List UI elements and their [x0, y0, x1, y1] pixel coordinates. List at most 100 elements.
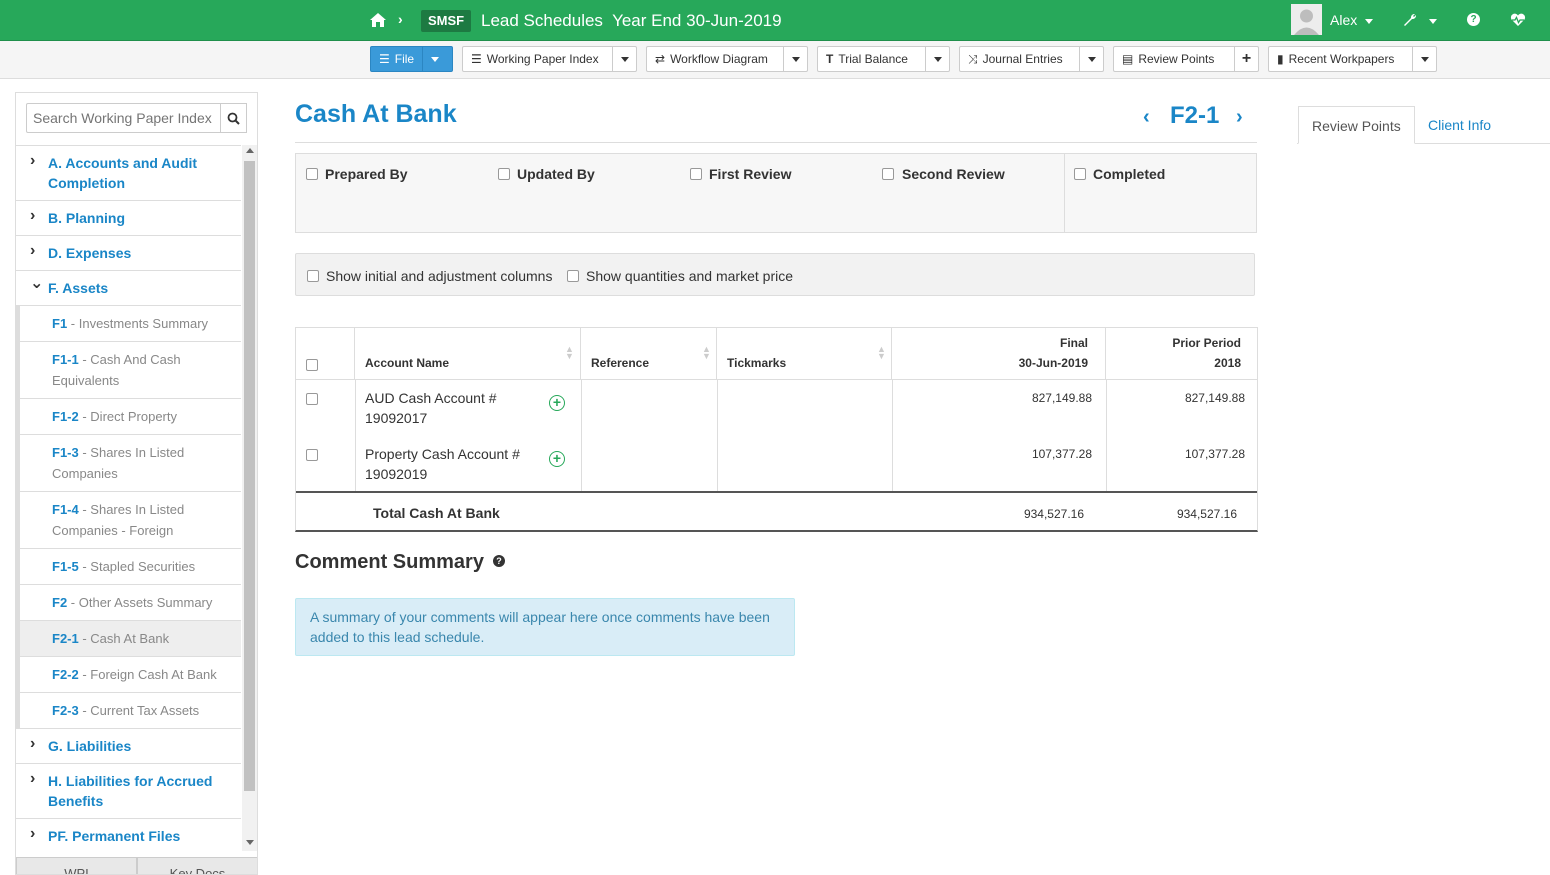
sidebar-item-label: Investments Summary [78, 316, 209, 331]
sort-icon[interactable]: ▲ ▼ [702, 345, 711, 361]
workflow-diagram-button[interactable]: ⇄ Workflow Diagram [646, 46, 808, 72]
completed-checkbox[interactable] [1074, 168, 1086, 180]
show-quantities-label: Show quantities and market price [586, 268, 793, 284]
sidebar-item-f1-1[interactable]: F1-1 - Cash And Cash Equivalents [16, 341, 241, 398]
sidebar-section-15[interactable]: › H. Liabilities for Accrued Benefits [16, 763, 241, 818]
total-prior-cell: 934,527.16 [1176, 507, 1237, 521]
sidebar-item-f2[interactable]: F2 - Other Assets Summary [16, 584, 241, 620]
user-avatar[interactable] [1291, 4, 1322, 35]
sidebar-section-label: H. Liabilities for Accrued Benefits [48, 773, 213, 809]
scroll-down-icon[interactable] [246, 840, 254, 845]
tab-review-points[interactable]: Review Points [1298, 106, 1415, 144]
journal-entries-dropdown[interactable] [1079, 47, 1103, 71]
chevron-down-icon [933, 56, 942, 62]
sidebar-section-label: PF. Permanent Files [48, 828, 181, 844]
row-checkbox[interactable] [306, 449, 318, 461]
tab-key-docs[interactable]: Key Docs [137, 857, 257, 874]
sidebar-item-f1-5[interactable]: F1-5 - Stapled Securities [16, 548, 241, 584]
page-title: Cash At Bank [295, 100, 457, 128]
file-button[interactable]: ☰ File [370, 46, 453, 72]
sidebar-scrollbar[interactable] [242, 145, 257, 851]
trial-balance-button[interactable]: T Trial Balance [817, 46, 950, 72]
chevron-left-icon[interactable]: ‹ [1143, 106, 1150, 129]
sidebar-section-0[interactable]: › A. Accounts and Audit Completion [16, 145, 241, 200]
select-all-checkbox[interactable] [306, 359, 318, 371]
first-review-label: First Review [709, 166, 792, 182]
sidebar-section-label: A. Accounts and Audit Completion [48, 155, 198, 191]
tab-client-info[interactable]: Client Info [1415, 106, 1504, 144]
chevron-down-icon [1087, 56, 1096, 62]
working-paper-index-dropdown[interactable] [612, 47, 636, 71]
tickmarks-header[interactable]: Tickmarks ▲ ▼ [717, 328, 892, 379]
show-quantities-checkbox[interactable] [567, 270, 579, 282]
sidebar-item-f2-2[interactable]: F2-2 - Foreign Cash At Bank [16, 656, 241, 692]
sidebar-section-16[interactable]: › PF. Permanent Files [16, 818, 241, 853]
user-menu-name[interactable]: Alex [1330, 12, 1357, 28]
sidebar-section-14[interactable]: › G. Liabilities [16, 728, 241, 763]
sidebar-section-label: G. Liabilities [48, 738, 132, 754]
trial-balance-dropdown[interactable] [925, 47, 949, 71]
prepared-by-checkbox[interactable] [306, 168, 318, 180]
sidebar-item-f1[interactable]: F1 - Investments Summary [16, 305, 241, 341]
tab-wpi[interactable]: WPI [16, 857, 137, 874]
sidebar-section-3[interactable]: ⌄ F. Assets [16, 270, 241, 305]
column-divider [892, 379, 893, 491]
help-icon[interactable]: ? [493, 555, 505, 567]
list-alt-icon: ▤ [1122, 52, 1134, 66]
sidebar-item-label: Direct Property [90, 409, 177, 424]
row-checkbox[interactable] [306, 393, 318, 405]
working-paper-ref: F2-1 [1170, 102, 1220, 129]
add-circle-icon[interactable]: + [549, 451, 565, 467]
sidebar-item-label: Foreign Cash At Bank [90, 667, 217, 682]
final-value-cell: 107,377.28 [1031, 447, 1092, 461]
add-review-point-button[interactable]: + [1234, 47, 1258, 71]
second-review-checkbox[interactable] [882, 168, 894, 180]
wrench-icon[interactable] [1403, 13, 1417, 27]
journal-entries-button[interactable]: ⤨ Journal Entries [959, 46, 1104, 72]
chevron-down-icon [430, 56, 439, 62]
review-points-button[interactable]: ▤ Review Points + [1113, 46, 1259, 72]
updated-by-label: Updated By [517, 166, 595, 182]
chevron-down-icon[interactable] [1365, 19, 1373, 24]
sidebar-item-code: F2 [52, 595, 68, 610]
sidebar-item-f2-1[interactable]: F2-1 - Cash At Bank [16, 620, 241, 656]
account-name-header[interactable]: Account Name ▲ ▼ [355, 328, 581, 379]
chevron-down-icon [620, 56, 629, 62]
workflow-diagram-dropdown[interactable] [783, 47, 807, 71]
header-divider [296, 379, 1257, 380]
sidebar-section-2[interactable]: › D. Expenses [16, 235, 241, 270]
search-input[interactable] [26, 103, 221, 133]
working-paper-index-button[interactable]: ☰ Working Paper Index [462, 46, 637, 72]
final-value-cell: 827,149.88 [1031, 391, 1092, 405]
add-circle-icon[interactable]: + [549, 395, 565, 411]
sidebar-item-f2-3[interactable]: F2-3 - Current Tax Assets [16, 692, 241, 728]
sidebar-item-code: F1-5 [52, 559, 79, 574]
shuffle-icon: ⤨ [968, 51, 978, 66]
home-icon[interactable] [369, 12, 387, 28]
column-divider [717, 379, 718, 491]
chevron-right-icon: › [30, 242, 36, 259]
recent-workpapers-dropdown[interactable] [1412, 47, 1436, 71]
file-icon: ▮ [1277, 52, 1284, 66]
heart-monitor-icon[interactable] [1510, 13, 1526, 27]
updated-by-checkbox[interactable] [498, 168, 510, 180]
chevron-right-icon[interactable]: › [1236, 106, 1243, 129]
chevron-down-icon[interactable] [1429, 19, 1437, 24]
search-button[interactable] [220, 103, 247, 133]
sidebar-item-f1-4[interactable]: F1-4 - Shares In Listed Companies - Fore… [16, 491, 241, 548]
sidebar-item-f1-3[interactable]: F1-3 - Shares In Listed Companies [16, 434, 241, 491]
sidebar-item-label: Current Tax Assets [90, 703, 200, 718]
reference-header[interactable]: Reference ▲ ▼ [581, 328, 717, 379]
scroll-thumb[interactable] [244, 161, 255, 791]
sort-icon[interactable]: ▲ ▼ [877, 345, 886, 361]
scroll-up-icon[interactable] [246, 148, 254, 153]
sidebar-section-label: B. Planning [48, 210, 125, 226]
recent-workpapers-button[interactable]: ▮ Recent Workpapers [1268, 46, 1437, 72]
first-review-checkbox[interactable] [690, 168, 702, 180]
show-adjustment-columns-checkbox[interactable] [307, 270, 319, 282]
sort-icon[interactable]: ▲ ▼ [565, 345, 574, 361]
file-dropdown-toggle[interactable] [422, 47, 446, 71]
sidebar-item-f1-2[interactable]: F1-2 - Direct Property [16, 398, 241, 434]
help-icon[interactable]: ? [1467, 13, 1480, 26]
sidebar-section-1[interactable]: › B. Planning [16, 200, 241, 235]
